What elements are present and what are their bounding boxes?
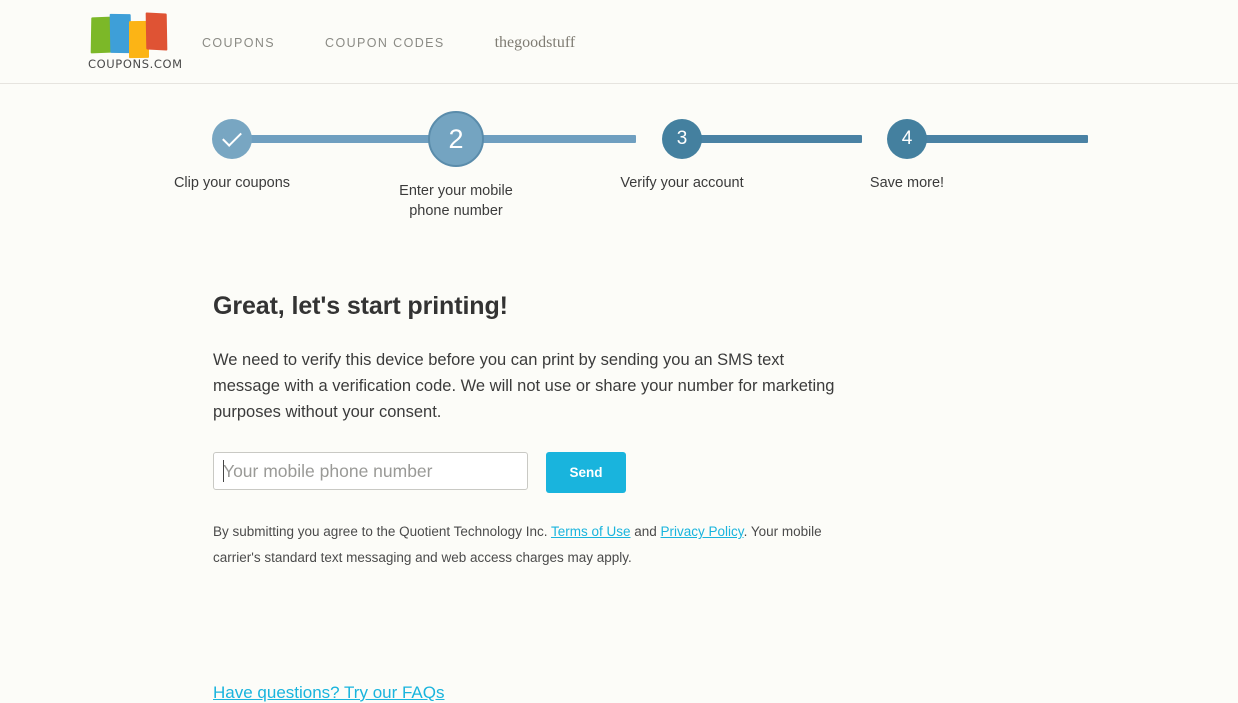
site-header: COUPONS.COM COUPONS COUPON CODES thegood…: [0, 0, 1238, 84]
nav-item-coupons[interactable]: COUPONS: [202, 36, 275, 50]
nav-item-coupon-codes[interactable]: COUPON CODES: [325, 36, 445, 50]
stepper-step-4[interactable]: 4 Save more!: [837, 106, 977, 193]
stepper-step-1-marker: [212, 119, 252, 159]
fineprint-part-1: By submitting you agree to the Quotient …: [213, 524, 551, 539]
text-caret: [223, 460, 224, 482]
stepper-step-3-marker: 3: [662, 119, 702, 159]
stepper-step-2-label: Enter your mobile phone number: [399, 183, 513, 219]
coupons-logo[interactable]: COUPONS.COM: [88, 11, 183, 72]
coupons-logo-icon: [90, 11, 180, 58]
stepper-step-1[interactable]: Clip your coupons: [162, 106, 302, 193]
phone-form: Send: [213, 452, 913, 493]
stepper-step-2-marker: 2: [428, 111, 484, 167]
legal-fineprint: By submitting you agree to the Quotient …: [213, 519, 863, 571]
verification-panel: Great, let's start printing! We need to …: [213, 292, 913, 571]
phone-number-input[interactable]: [213, 452, 528, 490]
stepper-step-3[interactable]: 3 Verify your account: [612, 106, 752, 193]
footer-region: Have questions? Try our FAQs: [213, 683, 1238, 703]
privacy-policy-link[interactable]: Privacy Policy: [661, 524, 744, 539]
terms-of-use-link[interactable]: Terms of Use: [551, 524, 631, 539]
logo-shape-red: [145, 11, 168, 51]
stepper-step-4-label: Save more!: [869, 175, 945, 191]
nav-item-thegoodstuff[interactable]: thegoodstuff: [495, 34, 576, 52]
page-title: Great, let's start printing!: [213, 292, 508, 320]
main-nav: COUPONS COUPON CODES thegoodstuff: [202, 32, 575, 52]
check-icon: [222, 127, 242, 147]
logo-wordmark: COUPONS.COM: [88, 56, 183, 71]
stepper-step-4-marker: 4: [887, 119, 927, 159]
send-button[interactable]: Send: [546, 452, 626, 493]
stepper-step-1-label: Clip your coupons: [173, 175, 291, 191]
phone-input-wrapper: [213, 452, 528, 490]
stepper-step-3-label: Verify your account: [620, 175, 744, 191]
stepper-step-2[interactable]: 2 Enter your mobile phone number: [386, 106, 526, 221]
faq-link[interactable]: Have questions? Try our FAQs: [213, 683, 445, 702]
progress-stepper-region: Clip your coupons 2 Enter your mobile ph…: [0, 106, 1238, 256]
fineprint-part-2: and: [630, 524, 661, 539]
progress-stepper: Clip your coupons 2 Enter your mobile ph…: [174, 106, 1088, 256]
verification-description: We need to verify this device before you…: [213, 351, 835, 421]
